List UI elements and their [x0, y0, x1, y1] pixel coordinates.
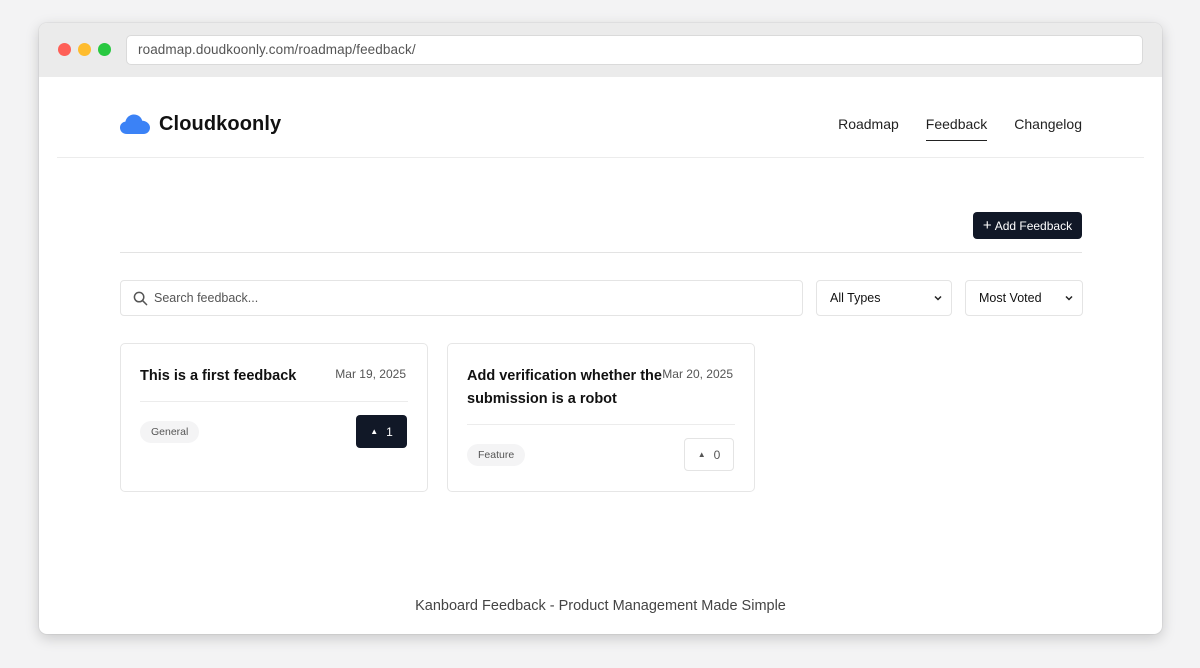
type-filter-select[interactable]: All Types	[816, 280, 952, 316]
chevron-down-icon	[934, 295, 942, 301]
minimize-window-button[interactable]	[78, 43, 91, 56]
nav-feedback[interactable]: Feedback	[925, 116, 988, 141]
card-divider	[467, 424, 735, 425]
address-bar[interactable]: roadmap.doudkoonly.com/roadmap/feedback/	[126, 35, 1143, 65]
close-window-button[interactable]	[58, 43, 71, 56]
feedback-title[interactable]: Add verification whether the submission …	[467, 365, 667, 411]
sort-value: Most Voted	[979, 291, 1042, 305]
search-input[interactable]	[154, 291, 754, 305]
add-feedback-label: Add Feedback	[994, 218, 1073, 233]
search-icon	[133, 291, 148, 305]
add-feedback-button[interactable]: + Add Feedback	[973, 212, 1082, 239]
feedback-card[interactable]: Add verification whether the submission …	[447, 343, 755, 492]
upvote-arrow-icon: ▲	[697, 450, 706, 459]
feedback-card[interactable]: This is a first feedback Mar 19, 2025 Ge…	[120, 343, 428, 492]
vote-count: 0	[713, 447, 721, 462]
nav-changelog[interactable]: Changelog	[1014, 116, 1082, 141]
brand-logo[interactable]: Cloudkoonly	[119, 111, 281, 137]
sort-select[interactable]: Most Voted	[965, 280, 1083, 316]
nav-roadmap[interactable]: Roadmap	[838, 116, 899, 141]
site-header: Cloudkoonly Roadmap Feedback Changelog	[57, 77, 1144, 158]
main-nav: Roadmap Feedback Changelog	[811, 116, 1082, 141]
upvote-button[interactable]: ▲ 1	[356, 415, 407, 448]
browser-toolbar: roadmap.doudkoonly.com/roadmap/feedback/	[39, 23, 1162, 77]
brand-name: Cloudkoonly	[159, 112, 282, 135]
chevron-down-icon	[1065, 295, 1073, 301]
card-divider	[140, 401, 408, 402]
upvote-button[interactable]: ▲ 0	[684, 438, 734, 471]
cloud-icon	[120, 114, 150, 134]
plus-icon: +	[982, 217, 992, 234]
feedback-date: Mar 19, 2025	[335, 367, 406, 381]
divider	[120, 252, 1082, 253]
feedback-date: Mar 20, 2025	[662, 367, 733, 381]
feedback-type-badge: General	[140, 421, 200, 443]
feedback-title[interactable]: This is a first feedback	[140, 365, 340, 388]
type-filter-value: All Types	[830, 291, 881, 305]
vote-count: 1	[386, 424, 393, 439]
search-box[interactable]	[120, 280, 803, 316]
feedback-type-badge: Feature	[467, 444, 526, 466]
upvote-arrow-icon: ▲	[370, 427, 379, 436]
footer-text: Kanboard Feedback - Product Management M…	[415, 598, 786, 614]
maximize-window-button[interactable]	[98, 43, 111, 56]
browser-window: roadmap.doudkoonly.com/roadmap/feedback/…	[39, 23, 1162, 634]
